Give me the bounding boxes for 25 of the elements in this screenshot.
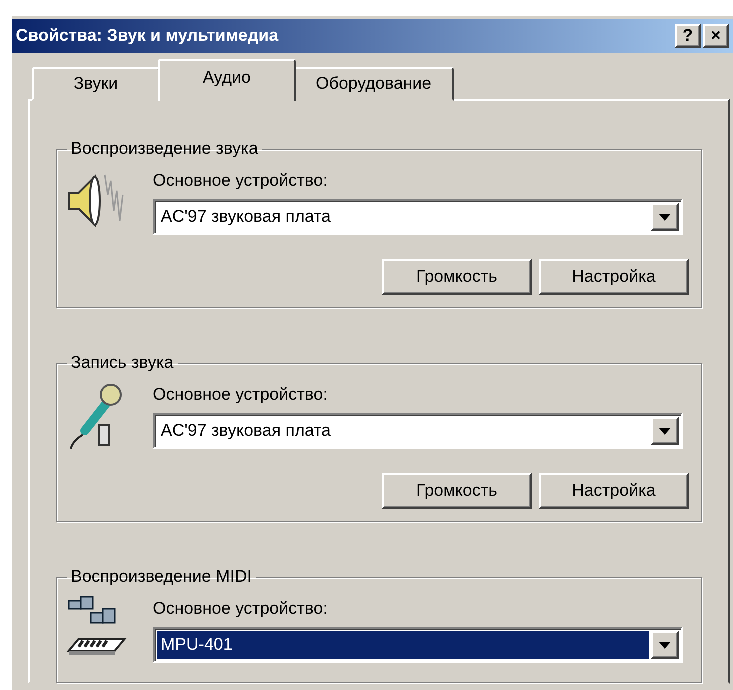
dropdown-arrow-icon bbox=[659, 642, 671, 648]
tab[interactable]: Аудио bbox=[158, 59, 296, 101]
field-label: Основное устройство: bbox=[153, 171, 328, 191]
dropdown-arrow-icon bbox=[659, 428, 671, 434]
field-label: Основное устройство: bbox=[153, 599, 328, 619]
dropdown-arrow-icon bbox=[659, 214, 671, 220]
help-button[interactable]: ? bbox=[675, 24, 701, 48]
selected-device: AC'97 звуковая плата bbox=[160, 420, 332, 442]
tab[interactable]: Оборудование bbox=[294, 67, 454, 101]
group-title: Воспроизведение MIDI bbox=[70, 567, 253, 587]
device-dropdown[interactable]: AC'97 звуковая плата bbox=[153, 413, 683, 449]
dialog-button[interactable]: Настройка bbox=[539, 473, 689, 509]
window-title: Свойства: Звук и мультимедиа bbox=[16, 26, 280, 46]
group-title: Запись звука bbox=[70, 353, 175, 373]
selected-device: AC'97 звуковая плата bbox=[160, 206, 332, 228]
close-button[interactable]: × bbox=[703, 24, 729, 48]
dialog-button[interactable]: Громкость bbox=[382, 473, 532, 509]
device-dropdown[interactable]: MPU-401 bbox=[153, 627, 683, 663]
device-dropdown[interactable]: AC'97 звуковая плата bbox=[153, 199, 683, 235]
dialog-button[interactable]: Настройка bbox=[539, 259, 689, 295]
tab[interactable]: Звуки bbox=[32, 67, 160, 101]
dialog-button[interactable]: Громкость bbox=[382, 259, 532, 295]
group-title: Воспроизведение звука bbox=[70, 139, 260, 159]
field-label: Основное устройство: bbox=[153, 385, 328, 405]
selected-device: MPU-401 bbox=[157, 631, 649, 659]
